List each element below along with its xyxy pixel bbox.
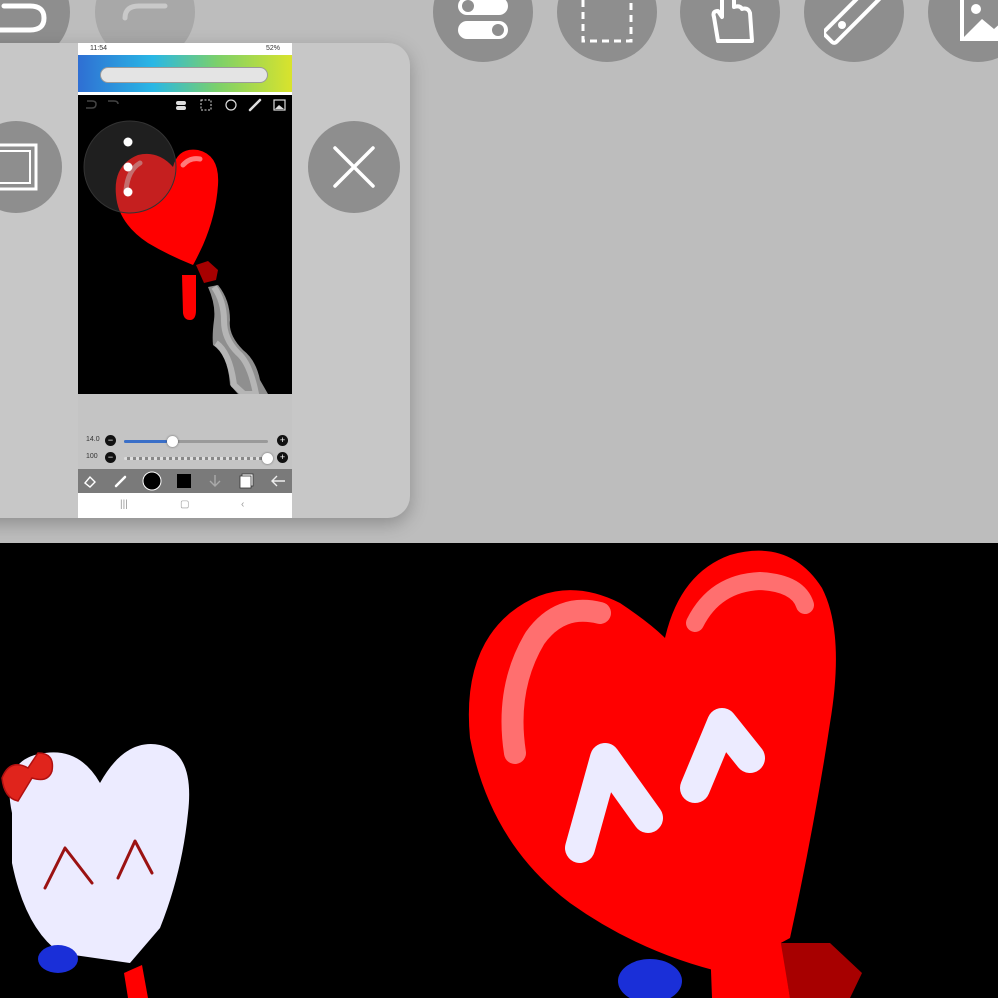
back-arrow-icon bbox=[271, 475, 285, 487]
color-swatch-tool[interactable] bbox=[173, 471, 195, 491]
back-nav-icon[interactable]: ‹ bbox=[241, 499, 244, 510]
status-battery: 52% bbox=[265, 45, 280, 52]
brush-icon bbox=[114, 475, 127, 488]
color-header-bar bbox=[78, 55, 292, 92]
red-heart-blue-foot bbox=[618, 959, 682, 998]
size-thumb[interactable] bbox=[167, 436, 179, 447]
brush-size-icon bbox=[142, 471, 162, 491]
image-icon bbox=[960, 0, 998, 41]
canvas-artwork bbox=[1, 550, 862, 998]
layers-tool[interactable] bbox=[236, 471, 258, 491]
opacity-plus-button[interactable]: + bbox=[277, 452, 288, 463]
white-heart-red-leg bbox=[124, 965, 148, 998]
header-pill bbox=[100, 67, 268, 83]
layers-icon bbox=[239, 473, 254, 489]
back-tool[interactable] bbox=[267, 471, 289, 491]
eraser-icon bbox=[84, 475, 96, 488]
mini-drawing bbox=[83, 120, 268, 394]
opacity-track[interactable] bbox=[124, 453, 273, 464]
bottom-toolbar bbox=[78, 469, 292, 493]
layer-toggle-button[interactable] bbox=[433, 0, 533, 62]
hand-tool-button[interactable] bbox=[680, 0, 780, 62]
down-arrow-icon bbox=[209, 475, 221, 487]
red-heart-dark-leg bbox=[780, 943, 862, 998]
undo-icon bbox=[0, 3, 47, 33]
close-popup-button[interactable] bbox=[308, 121, 400, 213]
ruler-icon bbox=[824, 0, 884, 45]
brush-tool[interactable] bbox=[110, 471, 132, 491]
system-nav-bar: ||| ▢ ‹ bbox=[78, 493, 292, 518]
ruler-button[interactable] bbox=[804, 0, 904, 62]
selection-button[interactable] bbox=[557, 0, 657, 62]
opacity-thumb[interactable] bbox=[262, 453, 273, 464]
brush-size-slider[interactable]: 14.0 − + bbox=[86, 435, 288, 447]
layer-toggle-icon bbox=[458, 0, 508, 39]
status-bar: 11:54 52% bbox=[78, 43, 292, 55]
mini-canvas bbox=[78, 95, 292, 394]
reference-screenshot: 11:54 52% 14.0 − + 100 − + ||| ▢ ‹ bbox=[78, 43, 292, 518]
brush-size-value: 14.0 bbox=[86, 436, 100, 443]
opacity-slider[interactable]: 100 − + bbox=[86, 452, 288, 464]
white-heart-blue-foot bbox=[38, 945, 78, 973]
hand-icon bbox=[711, 0, 754, 43]
status-time: 11:54 bbox=[90, 45, 107, 52]
size-fill bbox=[124, 440, 168, 443]
app-workspace: 11:54 52% 14.0 − + 100 − + ||| ▢ ‹ bbox=[0, 0, 998, 543]
size-minus-button[interactable]: − bbox=[105, 435, 116, 446]
selection-icon bbox=[581, 0, 633, 43]
redo-icon bbox=[122, 3, 168, 21]
color-swatch-icon bbox=[177, 474, 191, 488]
drawing-canvas[interactable] bbox=[0, 543, 998, 998]
close-icon bbox=[333, 146, 375, 188]
frame-icon bbox=[0, 143, 38, 191]
red-heart-leg bbox=[710, 938, 790, 998]
brush-size-tool[interactable] bbox=[141, 471, 163, 491]
size-track[interactable] bbox=[124, 436, 268, 447]
eraser-tool[interactable] bbox=[79, 471, 101, 491]
recents-nav-icon[interactable]: ||| bbox=[120, 499, 128, 510]
opacity-minus-button[interactable]: − bbox=[105, 452, 116, 463]
brush-sliders: 14.0 − + 100 − + bbox=[78, 394, 292, 469]
image-button[interactable] bbox=[928, 0, 998, 62]
red-heart-character bbox=[468, 550, 836, 973]
home-nav-icon[interactable]: ▢ bbox=[180, 499, 189, 510]
download-tool[interactable] bbox=[204, 471, 226, 491]
opacity-value: 100 bbox=[86, 453, 98, 460]
size-plus-button[interactable]: + bbox=[277, 435, 288, 446]
